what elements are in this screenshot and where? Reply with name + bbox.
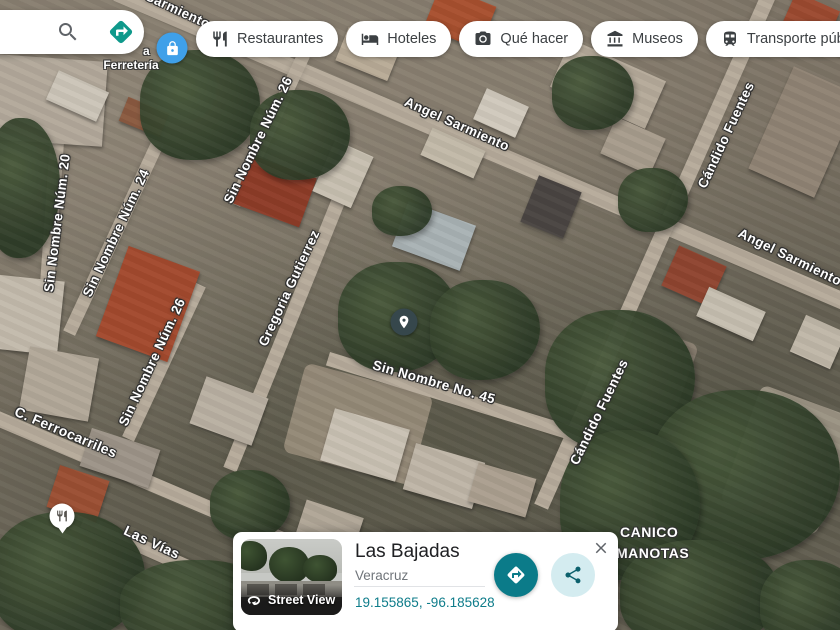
tree-canopy [430, 280, 540, 380]
divider [354, 586, 485, 587]
poi-label-manotas: MANOTAS [616, 545, 690, 561]
museum-icon [606, 30, 624, 48]
chip-transporte-publico[interactable]: Transporte público [705, 21, 840, 57]
chip-que-hacer[interactable]: Qué hacer [459, 21, 584, 57]
place-pin-icon [397, 315, 412, 330]
search-bar[interactable] [0, 10, 144, 54]
chip-label: Museos [632, 31, 683, 47]
place-info-card: Street View Las Bajadas Veracruz 19.1558… [233, 532, 618, 630]
hardware-store-marker[interactable] [156, 32, 188, 64]
camera-icon [474, 30, 492, 48]
place-title: Las Bajadas [355, 541, 460, 562]
card-directions-button[interactable] [494, 553, 538, 597]
category-chips: Restaurantes Hoteles Qué hacer Museos Tr… [196, 21, 840, 57]
building [696, 286, 766, 342]
poi-label-fragment: a [143, 44, 150, 58]
directions-button[interactable] [106, 17, 136, 47]
building [748, 66, 840, 198]
directions-diamond-icon [106, 17, 136, 47]
chip-hoteles[interactable]: Hoteles [346, 21, 452, 57]
hotel-icon [361, 30, 379, 48]
selected-place-marker[interactable] [390, 308, 418, 336]
close-icon [588, 539, 614, 557]
chip-label: Qué hacer [500, 31, 569, 47]
place-coordinates: 19.155865, -96.185628 [355, 595, 495, 610]
restaurant-poi-marker[interactable] [49, 503, 75, 529]
thumbnail-palm [241, 541, 267, 571]
google-maps-screen: Sarmiento Angel Sarmiento Angel Sarmient… [0, 0, 840, 630]
restaurant-icon [211, 30, 229, 48]
street-view-label: Street View [268, 593, 336, 607]
poi-label-ferreteria: Ferretería [103, 58, 159, 72]
search-icon[interactable] [56, 20, 80, 49]
chip-restaurantes[interactable]: Restaurantes [196, 21, 339, 57]
utensils-icon [56, 510, 69, 523]
chip-museos[interactable]: Museos [591, 21, 698, 57]
chip-label: Hoteles [387, 31, 437, 47]
chip-label: Restaurantes [237, 31, 324, 47]
poi-label-canico: CANICO [620, 524, 679, 540]
place-subtitle: Veracruz [355, 568, 409, 583]
building [467, 462, 537, 518]
card-close-button[interactable] [588, 535, 614, 561]
street-view-pegman-icon [247, 594, 263, 606]
transit-icon [721, 30, 739, 48]
share-icon [563, 565, 583, 585]
lock-icon [164, 40, 180, 56]
street-view-thumbnail[interactable]: Street View [241, 539, 342, 615]
chip-label: Transporte público [746, 31, 840, 47]
building [789, 314, 840, 370]
directions-diamond-icon [504, 563, 528, 587]
street-view-overlay: Street View [241, 585, 342, 615]
thumbnail-tree [303, 555, 337, 583]
